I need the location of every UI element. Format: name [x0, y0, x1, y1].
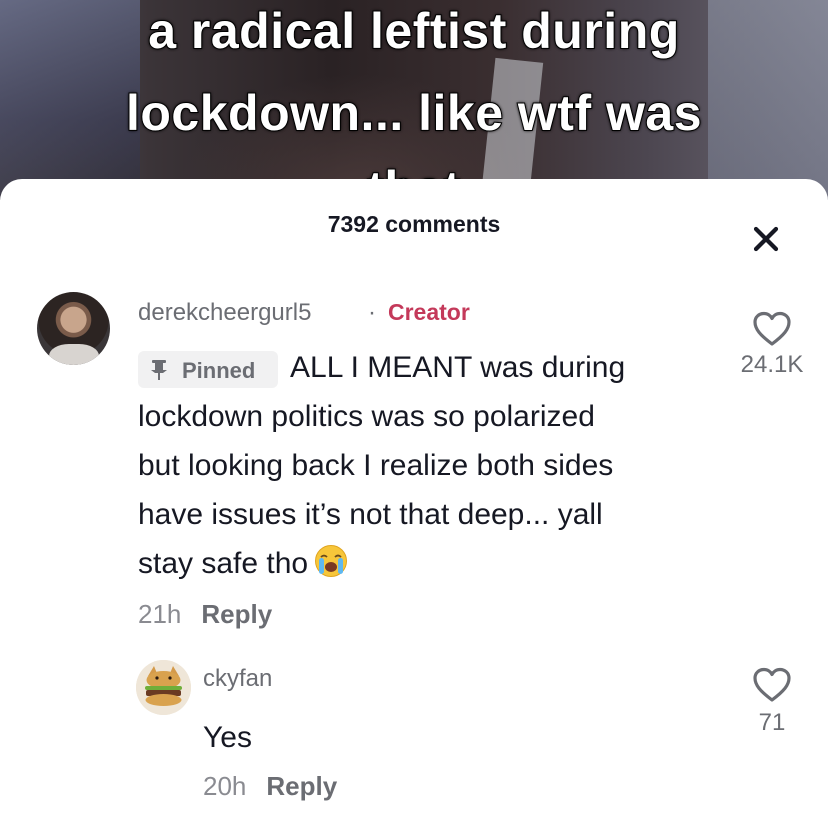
pin-icon [151, 360, 167, 380]
like-button[interactable] [752, 311, 792, 347]
comments-sheet: 7392 comments derekcheergurl5 · Creator … [0, 179, 828, 823]
comment-text-line: have issues it’s not that deep... yall [138, 498, 603, 531]
comment-text-line: but looking back I realize both sides [138, 449, 614, 482]
comment-meta: 21h Reply [138, 599, 272, 630]
reply-button[interactable]: Reply [201, 599, 272, 629]
pinned-badge: Pinned [138, 351, 278, 388]
comment-text-line: lockdown politics was so polarized [138, 400, 595, 433]
caption-line-1: a radical leftist during [147, 2, 680, 60]
comment-username[interactable]: derekcheergurl5 [138, 299, 311, 327]
reply-button[interactable]: Reply [266, 771, 337, 801]
pinned-label: Pinned [182, 358, 256, 383]
username-separator: · [368, 299, 376, 326]
like-count: 24.1K [740, 351, 804, 378]
comment-text-first-line: ALL I MEANT was during [290, 351, 626, 384]
heart-outline-icon [753, 311, 791, 346]
comment-text: Yes [203, 721, 252, 754]
comment-time: 20h [203, 771, 247, 801]
comment-text-line-last: stay safe tho [138, 539, 698, 588]
comments-count: 7392 comments [327, 211, 501, 237]
comment-meta: 20h Reply [203, 771, 337, 802]
comment-text-line: stay safe tho [138, 547, 309, 580]
comment-text: lockdown politics was so polarized but l… [138, 392, 698, 588]
creator-badge: Creator [388, 299, 470, 325]
hamburger-cat-avatar-icon [136, 660, 191, 715]
like-count: 71 [758, 709, 786, 736]
avatar-shirt [49, 344, 99, 365]
like-button[interactable] [752, 667, 792, 703]
avatar[interactable] [37, 292, 110, 365]
heart-outline-icon [753, 667, 791, 702]
comment-username[interactable]: ckyfan [203, 665, 272, 693]
comment-time: 21h [138, 599, 182, 629]
close-button[interactable] [748, 221, 784, 257]
close-icon [753, 226, 779, 252]
caption-line-2: lockdown... like wtf was [125, 84, 703, 142]
avatar[interactable] [136, 660, 191, 715]
crying-face-emoji-icon [314, 544, 348, 578]
